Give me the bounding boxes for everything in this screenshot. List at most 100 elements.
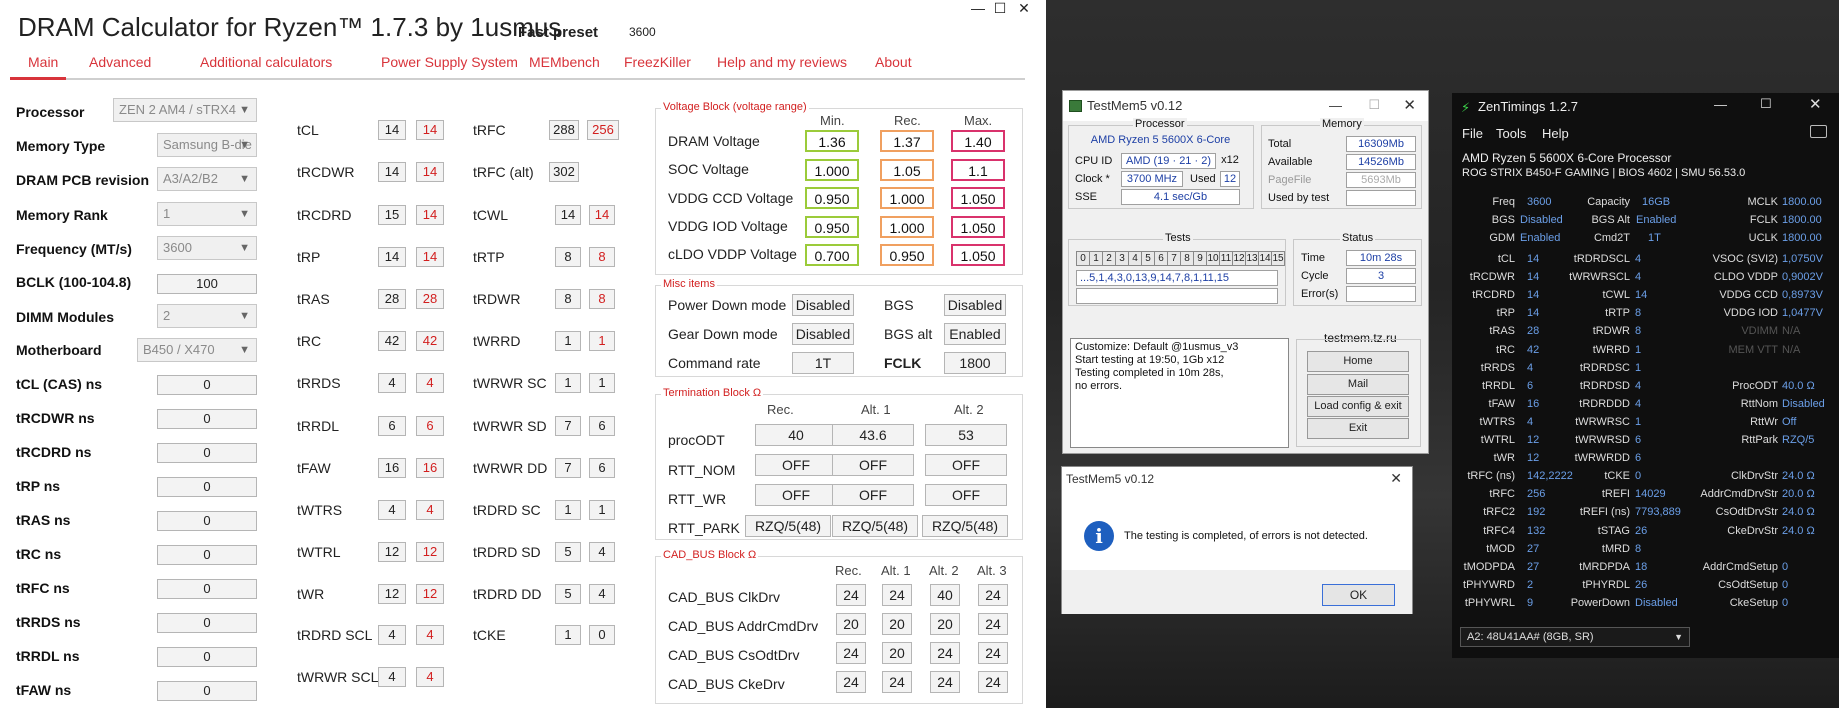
frequency-select[interactable]: 3600 ▼ — [157, 236, 257, 260]
zen-key: tSTAG — [1597, 525, 1630, 537]
tcl-ns-input[interactable]: 0 — [157, 375, 257, 395]
tab-membench[interactable]: MEMbench — [529, 54, 600, 70]
dialog-message: The testing is completed, of errors is n… — [1124, 530, 1368, 542]
timing-value-recommended: 4 — [416, 373, 444, 393]
zen-key: VDIMM — [1741, 325, 1778, 337]
pcb-revision-label: DRAM PCB revision — [16, 172, 150, 188]
minimize-button[interactable]: — — [968, 0, 988, 18]
tab-divider — [10, 78, 1025, 80]
status-group-title: Status — [1340, 232, 1376, 244]
timing-label: tRDRD SCL — [297, 627, 373, 643]
timing-value: 8 — [555, 289, 581, 309]
cpu-id-value: AMD (19 · 21 · 2) — [1121, 153, 1216, 169]
log-line: Start testing at 19:50, 1Gb x12 — [1075, 354, 1225, 366]
dimm-select[interactable]: A2: 48U41AA# (8GB, SR) ▼ — [1460, 627, 1690, 647]
menu-file[interactable]: File — [1462, 126, 1483, 141]
zen-key: tWRWRSC — [1575, 416, 1630, 428]
tfaw-ns-input[interactable]: 0 — [157, 681, 257, 701]
voltage-header-rec: Rec. — [894, 113, 921, 128]
termination-value: OFF — [925, 484, 1007, 506]
exit-button[interactable]: Exit — [1307, 418, 1409, 439]
zen-value: 1800.00 — [1782, 214, 1822, 226]
close-button[interactable]: ✕ — [1809, 95, 1822, 113]
zen-key: CsOdtDrvStr — [1715, 506, 1778, 518]
memory-rank-select[interactable]: 1 ▼ — [157, 202, 257, 226]
dimm-modules-select[interactable]: 2 ▼ — [157, 304, 257, 328]
memory-type-select[interactable]: Samsung B-die ▼ — [157, 133, 257, 157]
dialog-close-button[interactable]: ✕ — [1390, 470, 1402, 487]
test-log[interactable]: Customize: Default @1usmus_v3 Start test… — [1070, 338, 1289, 448]
zen-value: 4 — [1527, 362, 1534, 374]
power-down-label: Power Down mode — [668, 297, 787, 313]
close-button[interactable]: ✕ — [1014, 0, 1034, 18]
trfc-ns-input[interactable]: 0 — [157, 579, 257, 599]
tab-help-reviews[interactable]: Help and my reviews — [717, 54, 847, 70]
zen-value: 0 — [1635, 470, 1642, 482]
load-config-exit-button[interactable]: Load config & exit — [1307, 396, 1409, 417]
log-line: no errors. — [1075, 380, 1123, 392]
trcdwr-ns-input[interactable]: 0 — [157, 409, 257, 429]
trrds-ns-input[interactable]: 0 — [157, 613, 257, 633]
motherboard-select[interactable]: B450 / X470 ▼ — [137, 338, 257, 362]
ok-button[interactable]: OK — [1322, 584, 1395, 606]
zen-key: tWTRS — [1479, 416, 1515, 428]
misc-block-title: Misc items — [661, 278, 717, 290]
timing-label: tWR — [297, 586, 325, 602]
zen-key: tMOD — [1486, 543, 1515, 555]
bclk-label: BCLK (100-104.8) — [16, 274, 132, 290]
maximize-button[interactable]: ☐ — [990, 0, 1010, 18]
tab-about[interactable]: About — [875, 54, 912, 70]
trcdrd-ns-input[interactable]: 0 — [157, 443, 257, 463]
timing-label: tWRWR SCL — [297, 669, 379, 685]
timing-value-recommended: 14 — [416, 247, 444, 267]
home-button[interactable]: Home — [1307, 351, 1409, 372]
zen-value: 192 — [1527, 506, 1546, 518]
zen-value: 1 — [1635, 344, 1642, 356]
dram-calculator-window: DRAM Calculator for Ryzen™ 1.7.3 by 1usm… — [0, 0, 1046, 708]
gear-down-label: Gear Down mode — [668, 326, 778, 342]
tab-power-supply-system[interactable]: Power Supply System — [381, 54, 518, 70]
minimize-button[interactable]: — — [1714, 97, 1727, 112]
tab-advanced[interactable]: Advanced — [89, 54, 151, 70]
zen-value: Enabled — [1520, 232, 1561, 244]
trc-ns-input[interactable]: 0 — [157, 545, 257, 565]
menu-help[interactable]: Help — [1542, 126, 1569, 141]
memory-rank-label: Memory Rank — [16, 207, 108, 223]
menu-tools[interactable]: Tools — [1496, 126, 1526, 141]
trrdl-ns-input[interactable]: 0 — [157, 647, 257, 667]
tab-freezkiller[interactable]: FreezKiller — [624, 54, 691, 70]
tab-main[interactable]: Main — [28, 54, 58, 70]
available-label: Available — [1268, 156, 1313, 168]
timing-value: 1 — [555, 625, 581, 645]
timing-value: 16 — [378, 458, 406, 478]
bclk-input[interactable]: 100 — [157, 274, 257, 294]
tras-ns-input[interactable]: 0 — [157, 511, 257, 531]
zen-value: 27 — [1527, 561, 1540, 573]
zen-key: ProcODT — [1732, 380, 1778, 392]
zen-value: 4 — [1635, 271, 1642, 283]
termination-value: OFF — [925, 454, 1007, 476]
processor-select[interactable]: ZEN 2 AM4 / sTRX4 ▼ — [113, 98, 257, 122]
trp-ns-input[interactable]: 0 — [157, 477, 257, 497]
zen-value: 8 — [1635, 325, 1642, 337]
mail-button[interactable]: Mail — [1307, 374, 1409, 395]
voltage-rec-value: 1.37 — [880, 130, 934, 152]
minimize-button[interactable]: — — [1329, 98, 1342, 113]
zen-key: RttPark — [1741, 434, 1778, 446]
tab-additional-calculators[interactable]: Additional calculators — [200, 54, 332, 70]
zen-value: 6 — [1527, 380, 1534, 392]
pcb-revision-select[interactable]: A3/A2/B2 ▼ — [157, 167, 257, 191]
time-label: Time — [1301, 252, 1326, 264]
timing-value: 15 — [378, 205, 406, 225]
zen-key: AddrCmdSetup — [1702, 561, 1778, 573]
zen-value: 1,0750V — [1782, 253, 1823, 265]
termination-row-label: RTT_PARK — [668, 520, 740, 536]
zen-key: GDM — [1489, 232, 1515, 244]
maximize-button[interactable]: ☐ — [1760, 96, 1772, 112]
close-button[interactable]: ✕ — [1403, 96, 1416, 114]
timing-label: tRDWR — [473, 291, 521, 307]
maximize-button[interactable]: ☐ — [1368, 97, 1380, 113]
motherboard-label: Motherboard — [16, 342, 102, 358]
timing-value: 1 — [555, 331, 581, 351]
screenshot-icon[interactable] — [1810, 125, 1827, 138]
